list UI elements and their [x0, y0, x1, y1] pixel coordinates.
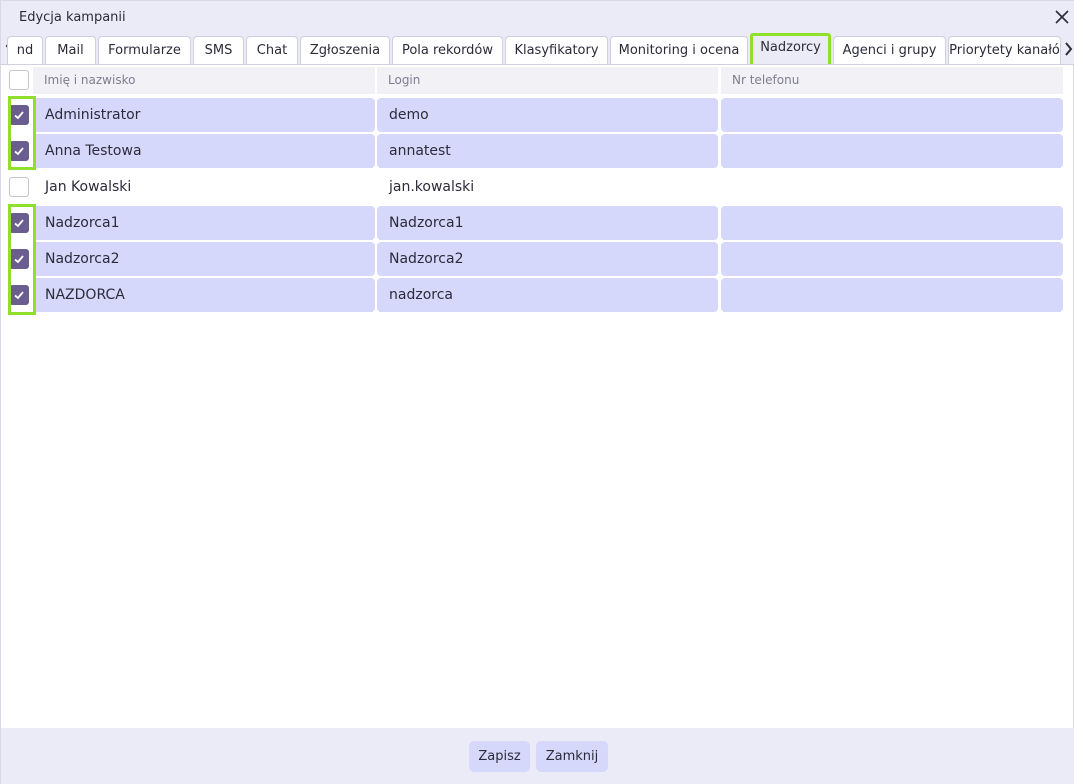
- column-header-phone[interactable]: Nr telefonu: [721, 67, 1063, 94]
- checkmark-icon: [14, 291, 24, 300]
- cell-phone[interactable]: [721, 278, 1063, 312]
- select-all-checkbox[interactable]: [9, 70, 29, 90]
- save-button[interactable]: Zapisz: [469, 741, 530, 772]
- cell-name[interactable]: Anna Testowa: [33, 134, 375, 168]
- checkmark-icon: [14, 255, 24, 264]
- checkmark-icon: [14, 219, 24, 228]
- cell-phone[interactable]: [721, 134, 1063, 168]
- tab-zgloszenia[interactable]: Zgłoszenia: [300, 36, 390, 64]
- close-icon[interactable]: [1053, 7, 1071, 27]
- cell-phone[interactable]: [721, 170, 1063, 204]
- tab-strip: nd Mail Formularze SMS Chat Zgłoszenia P…: [1, 33, 1074, 65]
- chevron-right-icon[interactable]: [1061, 39, 1074, 59]
- column-header-login[interactable]: Login: [377, 67, 718, 94]
- tab-formularze[interactable]: Formularze: [98, 36, 191, 64]
- tab-sms[interactable]: SMS: [193, 36, 244, 64]
- tab-agenci-i-grupy[interactable]: Agenci i grupy: [833, 36, 946, 64]
- cell-name[interactable]: Nadzorca2: [33, 242, 375, 276]
- dialog-title: Edycja kampanii: [19, 10, 126, 25]
- tab-mail[interactable]: Mail: [45, 36, 96, 64]
- tab-monitoring-i-ocena[interactable]: Monitoring i ocena: [610, 36, 748, 64]
- cell-name[interactable]: Administrator: [33, 98, 375, 132]
- dialog-footer: Zapisz Zamknij: [1, 728, 1074, 784]
- cell-login[interactable]: demo: [377, 98, 718, 132]
- tab-klasyfikatory[interactable]: Klasyfikatory: [505, 36, 608, 64]
- column-header-name[interactable]: Imię i nazwisko: [33, 67, 375, 94]
- tab-chat[interactable]: Chat: [246, 36, 298, 64]
- row-checkbox[interactable]: [9, 285, 29, 305]
- cell-login[interactable]: Nadzorca2: [377, 242, 718, 276]
- checkmark-icon: [14, 147, 24, 156]
- tab-nadzorcy[interactable]: Nadzorcy: [750, 33, 831, 64]
- cell-name[interactable]: Jan Kowalski: [33, 170, 375, 204]
- cell-login[interactable]: nadzorca: [377, 278, 718, 312]
- cell-phone[interactable]: [721, 98, 1063, 132]
- dialog-titlebar: Edycja kampanii: [1, 1, 1074, 33]
- checkmark-icon: [14, 111, 24, 120]
- cell-login[interactable]: annatest: [377, 134, 718, 168]
- tab-priorytety-kanalow[interactable]: Priorytety kanałó: [948, 36, 1061, 64]
- row-checkbox[interactable]: [9, 177, 29, 197]
- cell-phone[interactable]: [721, 206, 1063, 240]
- cell-name[interactable]: NAZDORCA: [33, 278, 375, 312]
- cell-login[interactable]: jan.kowalski: [377, 170, 718, 204]
- row-checkbox[interactable]: [9, 105, 29, 125]
- campaign-edit-dialog: Edycja kampanii nd Mail Formularze SMS C…: [0, 0, 1074, 784]
- close-button[interactable]: Zamknij: [536, 741, 608, 772]
- cell-name[interactable]: Nadzorca1: [33, 206, 375, 240]
- tab-pola-rekordow[interactable]: Pola rekordów: [392, 36, 503, 64]
- row-checkbox[interactable]: [9, 249, 29, 269]
- row-checkbox[interactable]: [9, 141, 29, 161]
- cell-login[interactable]: Nadzorca1: [377, 206, 718, 240]
- row-checkbox[interactable]: [9, 213, 29, 233]
- cell-phone[interactable]: [721, 242, 1063, 276]
- tab-nd[interactable]: nd: [7, 36, 43, 64]
